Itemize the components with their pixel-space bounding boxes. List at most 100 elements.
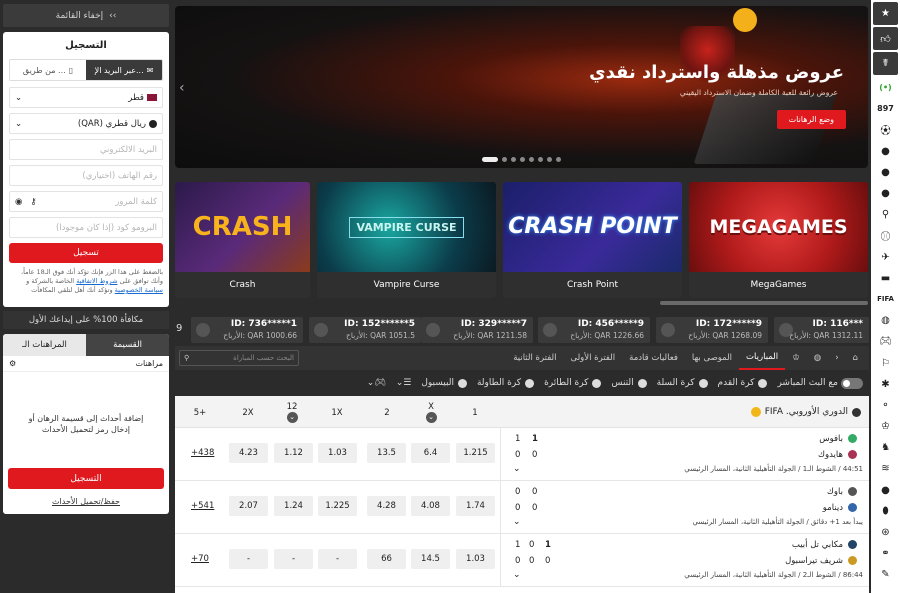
sprint-icon[interactable]: ⚐ [871,352,900,373]
carousel-dot[interactable] [520,157,525,162]
chevron-down-icon[interactable]: ⌄ [513,570,521,580]
password-input[interactable] [67,196,157,207]
tab-matches[interactable]: المباريات [739,346,786,370]
game-card-megagames[interactable]: MEGAGAMES MegaGames [689,182,868,298]
live-stream-toggle[interactable] [841,377,863,389]
football-icon[interactable]: ⚽︎ [871,119,900,140]
settings-icon[interactable]: ⚙ [9,359,16,368]
odds-button[interactable]: 1.74 [456,496,495,516]
phone-input[interactable] [15,170,157,181]
privacy-link[interactable]: سياسة الخصوصية [115,286,163,294]
filter-volleyball[interactable]: كرة الطائرة [539,378,606,388]
carousel-dot[interactable] [538,157,543,162]
filter-baseball[interactable]: البيسبول [416,378,472,388]
filter-basketball[interactable]: كرة السلة [652,378,713,388]
method-phone-option[interactable]: من طريق ... ▯ [10,60,86,80]
match-search-input[interactable]: البحث حسب المباراة ⚲ [179,350,299,366]
tab-second-half[interactable]: الفترة الثانية [506,346,563,370]
ice-hockey-icon[interactable]: ▬ [871,268,900,289]
more-markets-link[interactable]: +541 [191,501,214,511]
badminton-icon[interactable]: ✈ [871,247,900,268]
col-header-x[interactable]: X ⌄ [416,402,446,423]
odds-button[interactable]: 1.03 [456,549,495,569]
email-input[interactable] [15,144,157,155]
email-field[interactable] [9,139,163,160]
match-row[interactable]: +541 2.07 1.24 1.225 4.28 4.08 1.74 ⌄ 0 … [175,481,869,534]
home-icon[interactable]: ⌂ [846,346,865,370]
greyhound-icon[interactable]: ≋ [871,458,900,479]
odds-button[interactable]: 1.12 [274,443,313,463]
chevron-down-icon[interactable]: ⌄ [513,464,521,474]
tab-my-bets[interactable]: المراهنات الـ [3,334,86,356]
soccer-ball-icon[interactable]: ◍ [807,346,828,370]
horse-racing-icon[interactable]: ♞ [871,437,900,458]
match-row[interactable]: +438 4.23 1.12 1.03 13.5 6.4 1.215 ⌄ 1 1… [175,428,869,481]
collapse-menu-button[interactable]: إخفاء القائمة ‹‹ [3,4,169,27]
carousel-dot[interactable] [482,157,498,162]
odds-button[interactable]: 1.215 [456,443,495,463]
carousel-dot[interactable] [511,157,516,162]
slip-register-button[interactable]: التسجيل [8,468,164,489]
pool-icon[interactable]: ⚭ [871,543,900,564]
tennis-icon[interactable]: ● [871,162,900,183]
tab-upcoming[interactable]: فعاليات قادمة [622,346,685,370]
method-email-option[interactable]: عبر البريد الإ... ✉ [86,60,162,80]
gamepad-icon[interactable]: 🎮︎⌄ [362,378,391,388]
more-markets-link[interactable]: +438 [191,448,214,458]
game-card-vampire-curse[interactable]: VAMPIRE CURSE Vampire Curse [317,182,496,298]
pencil-icon[interactable]: ✎ [871,564,900,585]
odds-button[interactable]: 14.5 [411,549,450,569]
odds-button[interactable]: - [318,549,357,569]
filter-live-stream[interactable]: مع البث المباشر [772,378,843,388]
running-icon[interactable]: ✱ [871,374,900,395]
ball-icon[interactable]: ● [871,480,900,501]
password-field[interactable]: ⚷ ◉ [9,191,163,212]
filter-table-tennis[interactable]: كرة الطاولة [472,378,539,388]
country-select[interactable]: قطر ⌄ [9,87,163,108]
odds-button[interactable]: 1.225 [318,496,357,516]
phone-field[interactable] [9,165,163,186]
carousel-dot[interactable] [529,157,534,162]
game-card-crash[interactable]: CRASH Crash [175,182,310,298]
esports-icon[interactable]: 🎮︎ [871,331,900,352]
key-icon[interactable]: ⚷ [30,197,36,207]
carousel-dot[interactable] [556,157,561,162]
banner-cta-button[interactable]: وضع الرهانات [776,110,846,129]
odds-button[interactable]: 2.07 [229,496,268,516]
odds-button[interactable]: - [274,549,313,569]
carousel-dot[interactable] [547,157,552,162]
odds-button[interactable]: 13.5 [367,443,406,463]
basketball-icon[interactable]: ● [871,141,900,162]
chevron-down-icon[interactable]: ⌄ [513,517,521,527]
promo-banner[interactable]: ‹ عروض مذهلة واسترداد نقدي عروض رائعة لل… [175,6,868,168]
tab-bet-slip[interactable]: القسيمة [86,334,169,356]
more-markets-link[interactable]: +70 [191,554,209,564]
chevron-left-icon[interactable]: ‹ [179,80,185,96]
rugby-icon[interactable]: ⬮ [871,501,900,522]
first-deposit-bonus[interactable]: مكافأة 100% على إيداعك الأول [3,311,169,329]
fifa-icon[interactable]: FIFA [871,289,900,310]
filter-tennis[interactable]: التنس [606,378,651,388]
save-load-events-link[interactable]: حفظ/تحميل الأحداث [3,497,169,506]
table-tennis-icon[interactable]: ⚲ [871,204,900,225]
thumbs-up-icon[interactable]: 👍︎ [873,27,898,50]
trophy-icon[interactable]: ♔ [785,346,807,370]
register-submit-button[interactable]: تسجيل [9,243,163,263]
ribbon-icon[interactable]: ☤ [873,52,898,75]
odds-button[interactable]: 1.03 [318,443,357,463]
currency-select[interactable]: ريال قطري (QAR) ⌄ [9,113,163,134]
filter-football[interactable]: كرة القدم [713,378,773,388]
live-icon[interactable]: (•) [871,77,900,98]
trophy-icon[interactable]: ♔ [871,416,900,437]
baseball-icon[interactable]: ⚾︎ [871,225,900,246]
promo-code-input[interactable] [15,222,157,233]
list-menu-icon[interactable]: ☰⌄ [391,378,417,388]
league-title[interactable]: الدوري الأوروبي. FIFA [750,407,861,417]
promo-code-field[interactable] [9,217,163,238]
tab-first-half[interactable]: الفترة الأولى [563,346,622,370]
match-row[interactable]: +70 - - - 66 14.5 1.03 ⌄ 1 0 1 0 0 0 مكا… [175,534,869,587]
carousel-dot[interactable] [502,157,507,162]
eye-icon[interactable]: ◉ [15,197,22,207]
terms-link[interactable]: شروط الاتفاقية [76,277,117,285]
col-header-12[interactable]: 12 ⌄ [277,402,307,423]
